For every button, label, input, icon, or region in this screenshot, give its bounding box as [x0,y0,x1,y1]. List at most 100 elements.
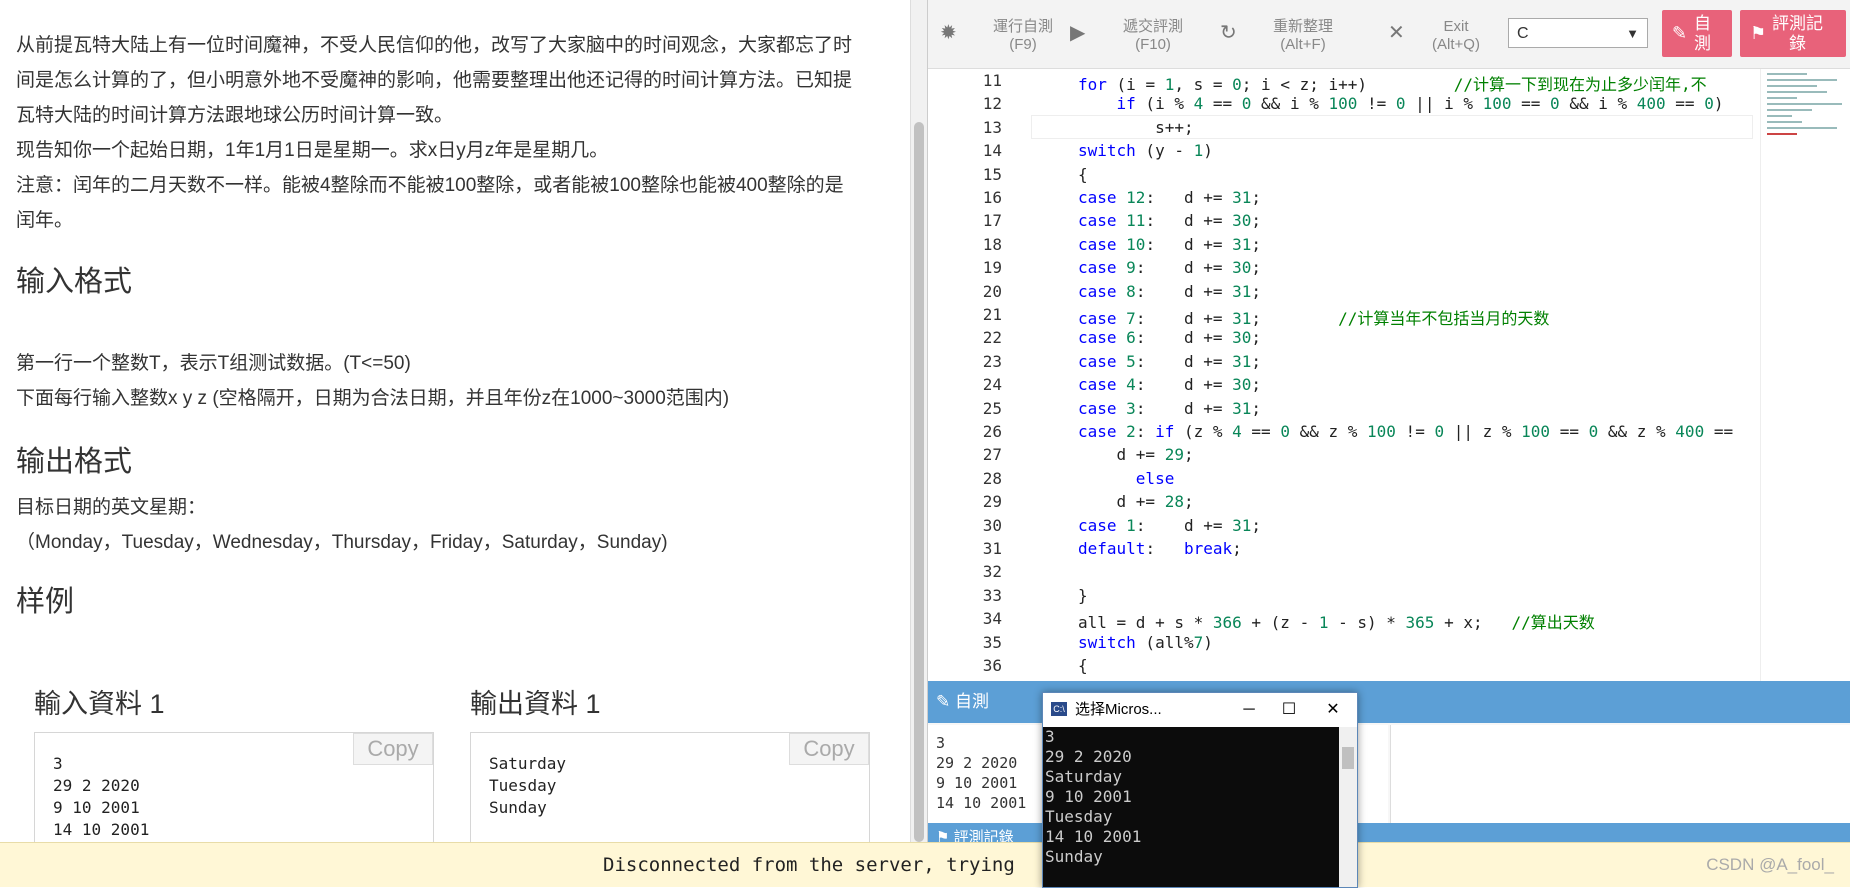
run-button[interactable]: ✹ 運行自測 (F9) [940,8,1080,60]
code-line: case 8: d += 31; [1078,281,1262,301]
problem-paragraph: 从前提瓦特大陆上有一位时间魔神，不受人民信仰的他，改写了大家脑中的时间观念，大家… [16,35,853,56]
language-value: C [1517,25,1529,42]
problem-panel: 从前提瓦特大陆上有一位时间魔神，不受人民信仰的他，改写了大家脑中的时间观念，大家… [0,0,910,886]
console-scrollbar[interactable] [1339,727,1357,887]
line-number: 31 [982,539,1002,558]
play-icon: ▶ [1070,22,1086,44]
refresh-icon: ↻ [1220,22,1237,44]
line-number: 35 [982,632,1002,652]
minimap-line [1767,73,1807,75]
line-number: 15 [982,164,1002,184]
code-line: case 1: d += 31; [1078,515,1262,535]
output-format-line: （Monday，Tuesday，Wednesday，Thursday，Frida… [16,532,668,553]
maximize-icon[interactable]: ☐ [1269,693,1309,727]
input-format-line: 下面每行输入整数x y z (空格隔开，日期为合法日期，并且年份z在1000~3… [16,388,730,409]
copy-output-button[interactable]: Copy [789,733,869,765]
code-line: switch (all%7) [1078,632,1213,652]
language-select[interactable]: C ▼ [1508,18,1648,48]
code-line: { [1078,164,1088,184]
line-number: 20 [982,281,1002,301]
sample-output-title: 輸出資料 1 [470,689,601,719]
minimize-icon[interactable]: ─ [1229,693,1269,727]
record-label: 錄 [1789,34,1806,53]
sample-input-title: 輸入資料 1 [34,689,165,719]
code-line: d += 29; [1078,445,1194,465]
copy-input-button[interactable]: Copy [353,733,433,765]
line-number: 28 [982,468,1002,488]
line-number: 12 [982,94,1002,114]
code-line: case 3: d += 31; [1078,398,1262,418]
submit-key: (F10) [1135,36,1171,53]
minimap-line [1767,133,1797,135]
problem-paragraph: 注意：闰年的二月天数不一样。能被4整除而不能被100整除，或者能被100整除也能… [16,175,844,196]
scrollbar-thumb[interactable] [1342,747,1354,769]
line-number: 27 [982,445,1002,465]
console-window[interactable]: C:\ 选择Micros... ─ ☐ ✕ 3 29 2 2020 Saturd… [1042,692,1358,888]
scrollbar-thumb[interactable] [914,122,924,842]
line-number: 26 [982,422,1002,441]
code-minimap[interactable] [1760,69,1850,681]
output-format-line: 目标日期的英文星期： [16,497,207,518]
minimap-line [1767,109,1812,111]
banner-text: Disconnected from the server, trying [603,854,1015,876]
line-number: 24 [982,375,1002,395]
line-number-gutter: 11 12 13 14 15 16 17 18 19 20 21 22 23 2… [928,69,1041,681]
run-label: 運行自測 [992,18,1053,35]
minimap-line [1767,103,1842,105]
disconnected-banner: Disconnected from the server, trying [0,842,1850,887]
record-button[interactable]: ⚑ 評測記錄 [1740,10,1846,57]
line-number: 21 [982,305,1002,324]
minimap-line [1767,91,1827,93]
code-line: s++; [1078,117,1194,137]
code-line: case 12: d += 31; [1078,188,1262,207]
flag-icon: ⚑ [1750,23,1767,43]
problem-scrollbar[interactable] [910,0,928,886]
close-icon[interactable]: ✕ [1313,693,1353,727]
line-number: 14 [982,141,1002,161]
output-format-heading: 输出格式 [16,446,133,478]
minimap-line [1767,115,1792,117]
exit-button[interactable]: ✕ Exit (Alt+Q) [1388,8,1498,60]
input-format-line: 第一行一个整数T，表示T组测试数据。(T<=50) [16,353,411,374]
code-line: case 11: d += 30; [1078,211,1262,231]
code-line: case 10: d += 31; [1078,234,1262,254]
line-number: 22 [982,328,1002,348]
problem-paragraph: 闰年。 [16,210,74,231]
console-titlebar[interactable]: C:\ 选择Micros... ─ ☐ ✕ [1043,693,1357,727]
submit-button[interactable]: ▶ 遞交評測 (F10) [1070,8,1210,60]
line-number: 30 [982,515,1002,535]
submit-label: 遞交評測 [1122,18,1183,35]
line-number: 33 [982,585,1002,605]
pencil-icon: ✎ [936,692,951,711]
code-line: for (i = 1, s = 0; i < z; i++) //计算一下到现在… [1078,75,1707,94]
minimap-line [1767,121,1802,123]
minimap-line [1767,127,1837,129]
code-line: case 2: if (z % 4 == 0 && z % 100 != 0 |… [1078,422,1734,441]
sample-heading: 样例 [16,586,75,618]
code-line: case 9: d += 30; [1078,258,1262,278]
bug-icon: ✹ [940,22,957,44]
chevron-down-icon: ▼ [1626,26,1639,41]
line-number: 36 [982,656,1002,675]
code-line: default: break; [1078,539,1242,558]
code-line: else [1135,468,1175,488]
code-line: d += 28; [1078,492,1194,512]
self-test-button[interactable]: ✎ 自測 [1662,10,1732,57]
format-button[interactable]: ↻ 重新整理 (Alt+F) [1220,8,1360,60]
ide-toolbar: ✹ 運行自測 (F9) ▶ 遞交評測 (F10) ↻ 重新整理 (Alt+F) ✕ E… [928,0,1850,69]
exit-label: Exit [1443,18,1469,35]
code-editor[interactable]: 11 12 13 14 15 16 17 18 19 20 21 22 23 2… [928,69,1850,681]
record-label: 評測記 [1772,14,1823,33]
code-line: case 7: d += 31; //计算当年不包括当月的天数 [1078,309,1550,328]
self-test-output [1390,725,1850,823]
line-number: 32 [982,562,1002,582]
line-number: 11 [982,71,1002,90]
sample-input-box: 3 29 2 2020 9 10 2001 14 10 2001 Copy [34,732,434,844]
code-line: case 5: d += 31; [1078,351,1262,371]
code-line: case 6: d += 30; [1078,328,1262,348]
problem-paragraph: 瓦特大陆的时间计算方法跟地球公历时间计算一致。 [16,105,454,126]
line-number: 25 [982,398,1002,418]
format-key: (Alt+F) [1280,36,1326,53]
code-line: } [1078,585,1088,605]
line-number: 13 [982,117,1002,137]
